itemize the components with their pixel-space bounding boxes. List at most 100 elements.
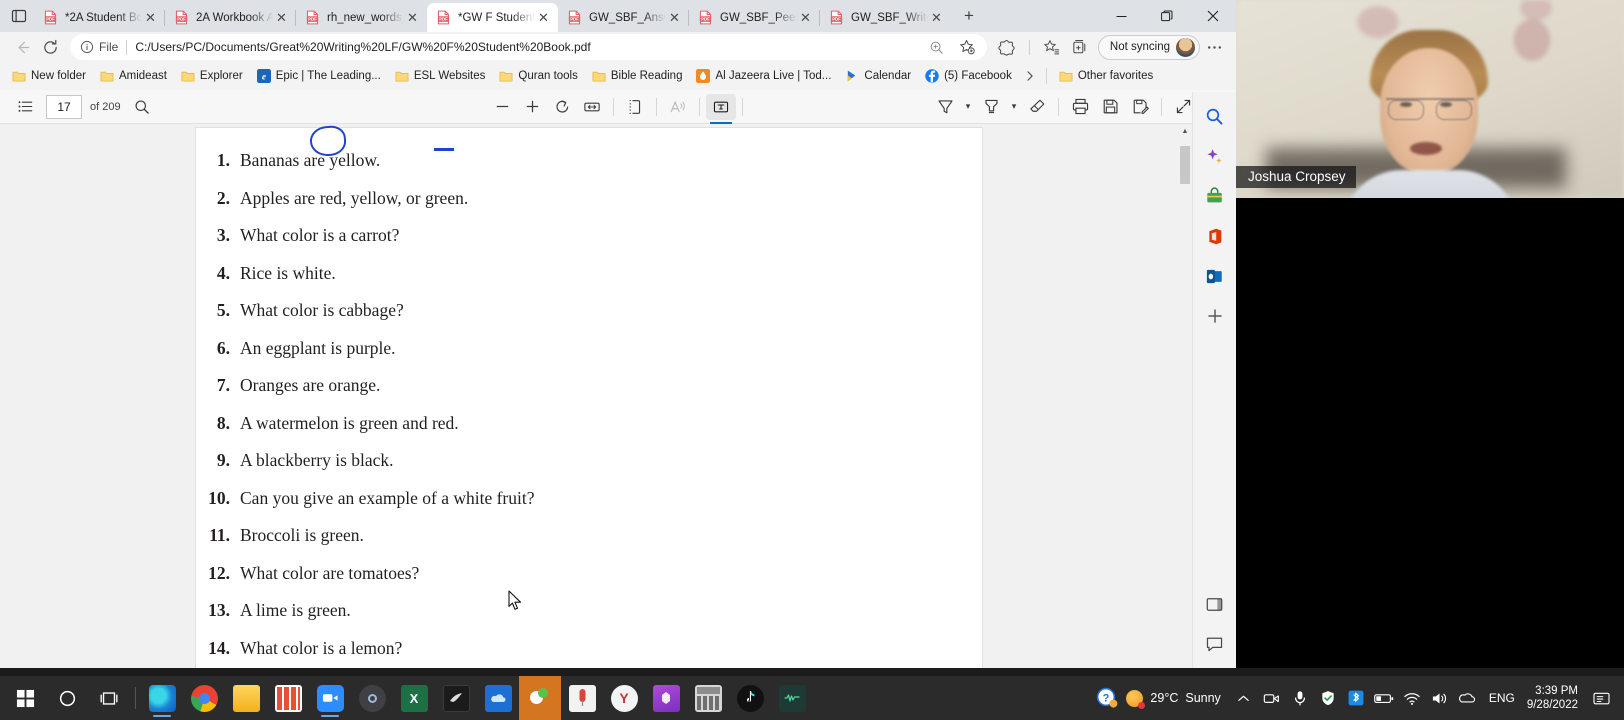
- browser-essentials-icon[interactable]: [993, 33, 1021, 61]
- bookmark-item[interactable]: ESL Websites: [389, 66, 492, 86]
- close-icon[interactable]: ✕: [273, 9, 290, 26]
- taskbar-app-audio[interactable]: [771, 676, 813, 720]
- browser-tab[interactable]: PDF GW_SBF_Writer's✕: [819, 3, 951, 32]
- collections-icon[interactable]: [1066, 33, 1094, 61]
- close-icon[interactable]: ✕: [142, 9, 159, 26]
- reload-icon[interactable]: [36, 33, 64, 61]
- volume-icon[interactable]: [1427, 678, 1453, 718]
- taskbar-app-zoom[interactable]: [309, 676, 351, 720]
- maximize-button[interactable]: [1144, 0, 1190, 32]
- taskbar-app-purple[interactable]: [645, 676, 687, 720]
- chevron-right-icon[interactable]: [1020, 70, 1040, 82]
- taskbar-app-calculator[interactable]: [687, 676, 729, 720]
- close-icon[interactable]: ✕: [535, 9, 552, 26]
- text-select-icon[interactable]: [706, 93, 736, 124]
- bookmark-item[interactable]: e Epic | The Leading...: [251, 66, 387, 86]
- microphone-icon[interactable]: [1287, 678, 1313, 718]
- page-view-icon[interactable]: [620, 94, 650, 120]
- settings-more-icon[interactable]: [1200, 33, 1228, 61]
- bookmark-item[interactable]: Bible Reading: [586, 66, 689, 86]
- clock[interactable]: 3:39 PM 9/28/2022: [1523, 684, 1586, 713]
- copilot-icon[interactable]: [1201, 142, 1229, 170]
- task-view-icon[interactable]: [88, 676, 130, 720]
- bookmark-item[interactable]: New folder: [6, 66, 92, 86]
- bookmark-item[interactable]: Quran tools: [493, 66, 583, 86]
- office-icon[interactable]: [1201, 222, 1229, 250]
- highlight-chevron-down-icon[interactable]: ▾: [1006, 101, 1022, 112]
- draw-chevron-down-icon[interactable]: ▾: [960, 101, 976, 112]
- browser-tab[interactable]: PDF rh_new_words_in✕: [295, 3, 427, 32]
- eraser-icon[interactable]: [1022, 94, 1052, 120]
- zoom-in-icon[interactable]: [517, 94, 547, 120]
- taskbar-app-onedrive[interactable]: [477, 676, 519, 720]
- language-indicator[interactable]: ENG: [1483, 691, 1521, 705]
- bookmark-item[interactable]: Amideast: [94, 66, 173, 86]
- bookmark-item[interactable]: Explorer: [175, 66, 249, 86]
- security-icon[interactable]: [1315, 678, 1341, 718]
- bookmark-item[interactable]: (5) Facebook: [919, 66, 1018, 86]
- print-icon[interactable]: [1065, 94, 1095, 120]
- save-icon[interactable]: [1095, 94, 1125, 120]
- taskbar-app-paint[interactable]: [519, 676, 561, 720]
- feedback-icon[interactable]: [1201, 630, 1229, 658]
- highlighter-icon[interactable]: [976, 94, 1006, 120]
- windows-start-icon[interactable]: [4, 676, 46, 720]
- browser-tab[interactable]: PDF GW_SBF_Peer Edi✕: [688, 3, 820, 32]
- avatar[interactable]: [1176, 37, 1195, 57]
- taskbar-app-store[interactable]: [267, 676, 309, 720]
- video-call-panel[interactable]: Joshua Cropsey: [1236, 0, 1624, 668]
- outlook-icon[interactable]: [1201, 262, 1229, 290]
- wifi-icon[interactable]: [1399, 678, 1425, 718]
- scrollbar-thumb[interactable]: [1180, 146, 1190, 184]
- taskbar-app-yandex[interactable]: Y: [603, 676, 645, 720]
- zoom-out-icon[interactable]: [487, 94, 517, 120]
- zoom-icon[interactable]: [923, 33, 951, 61]
- onedrive-icon[interactable]: [1455, 678, 1481, 718]
- close-icon[interactable]: ✕: [928, 9, 945, 26]
- other-favorites[interactable]: Other favorites: [1053, 66, 1159, 86]
- pdf-viewer[interactable]: 1. Bananas are yellow. 2. Apples are red, y…: [0, 124, 1236, 668]
- taskbar-app-media-player[interactable]: [351, 676, 393, 720]
- star-add-icon[interactable]: [953, 33, 981, 61]
- close-icon[interactable]: ✕: [797, 9, 814, 26]
- taskbar-app-file-explorer[interactable]: [225, 676, 267, 720]
- taskbar-app-edge[interactable]: [141, 676, 183, 720]
- close-icon[interactable]: ✕: [666, 9, 683, 26]
- bookmark-item[interactable]: Al Jazeera Live | Tod...: [690, 66, 837, 86]
- viewer-scrollbar[interactable]: ▲: [1178, 124, 1192, 668]
- battery-icon[interactable]: [1371, 678, 1397, 718]
- taskbar-app-chrome[interactable]: [183, 676, 225, 720]
- favorites-icon[interactable]: [1038, 33, 1066, 61]
- tab-search-icon[interactable]: [4, 1, 34, 31]
- search-icon[interactable]: [127, 94, 157, 120]
- search-circle-icon[interactable]: [46, 676, 88, 720]
- bluetooth-icon[interactable]: [1343, 678, 1369, 718]
- rotate-icon[interactable]: [547, 94, 577, 120]
- page-number-input[interactable]: 17: [46, 94, 82, 119]
- table-of-contents-icon[interactable]: [10, 94, 40, 120]
- help-icon[interactable]: ?: [1094, 678, 1120, 718]
- browser-tab[interactable]: PDF *2A Student Book✕: [34, 3, 165, 32]
- taskbar-app-tiktok[interactable]: [729, 676, 771, 720]
- close-button[interactable]: [1190, 0, 1236, 32]
- read-aloud-icon[interactable]: [663, 94, 693, 120]
- save-as-icon[interactable]: [1125, 94, 1155, 120]
- taskbar-app-pin[interactable]: [561, 676, 603, 720]
- address-bar[interactable]: File C:/Users/PC/Documents/Great%20Writi…: [70, 34, 987, 60]
- profile-button[interactable]: Not syncing: [1097, 34, 1200, 60]
- video-feed[interactable]: Joshua Cropsey: [1236, 0, 1624, 198]
- search-icon[interactable]: [1201, 102, 1229, 130]
- url-text[interactable]: C:/Users/PC/Documents/Great%20Writing%20…: [135, 40, 923, 54]
- taskbar-app-dark[interactable]: [435, 676, 477, 720]
- back-icon[interactable]: [8, 33, 36, 61]
- camera-icon[interactable]: [1259, 678, 1285, 718]
- fit-to-width-icon[interactable]: [577, 94, 607, 120]
- browser-tab[interactable]: PDF 2A Workbook AL ✕: [164, 3, 296, 32]
- new-tab-button[interactable]: +: [955, 2, 983, 30]
- sidebar-toggle-icon[interactable]: [1201, 590, 1229, 618]
- notification-icon[interactable]: [1588, 678, 1614, 718]
- scroll-up-icon[interactable]: ▲: [1178, 124, 1192, 138]
- draw-pen-icon[interactable]: [930, 94, 960, 120]
- shopping-icon[interactable]: [1201, 182, 1229, 210]
- weather-widget[interactable]: 29°C Sunny: [1122, 689, 1228, 709]
